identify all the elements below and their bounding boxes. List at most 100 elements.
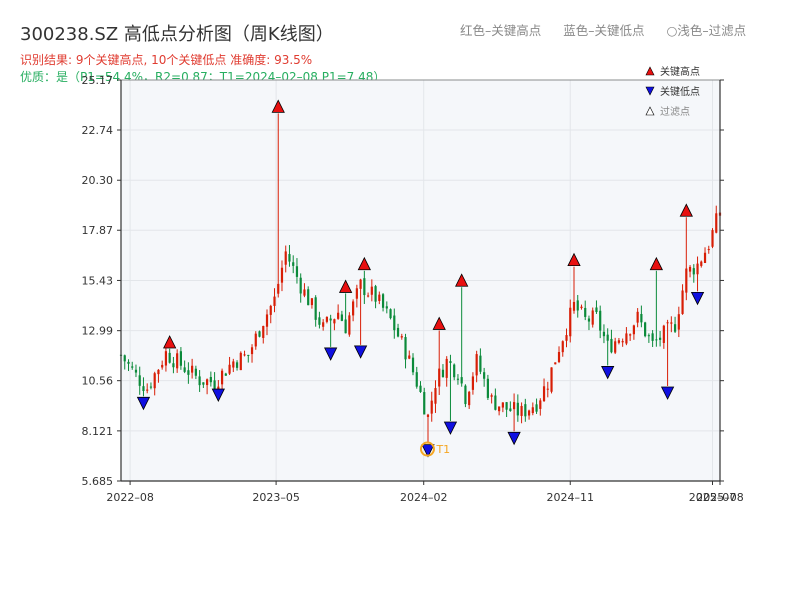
- candle-body: [213, 380, 216, 389]
- ytick-label: 22.74: [82, 124, 114, 137]
- candle-body: [423, 392, 426, 415]
- candle-body: [411, 357, 415, 373]
- legend-low-label: 关键低点: [660, 85, 700, 98]
- candle-body: [659, 337, 662, 340]
- candle-body: [419, 385, 422, 392]
- candle-body: [434, 388, 437, 404]
- candle-body: [677, 314, 680, 330]
- candle-body: [580, 306, 583, 309]
- candle-body: [614, 341, 617, 353]
- candle-body: [366, 295, 370, 297]
- candle-body: [636, 311, 639, 323]
- candle-body: [700, 261, 703, 266]
- candle-body: [685, 268, 688, 293]
- ytick-label: 8.121: [82, 425, 114, 438]
- candle-body: [385, 306, 388, 309]
- candle-body: [673, 324, 677, 332]
- candle-body: [621, 341, 624, 343]
- candle-body: [254, 333, 257, 347]
- candle-body: [280, 267, 284, 283]
- candle-body: [378, 294, 381, 301]
- candle-body: [460, 377, 463, 384]
- candle-body: [183, 367, 186, 372]
- candle-body: [292, 262, 295, 266]
- candle-body: [449, 361, 452, 363]
- candle-body: [381, 294, 385, 308]
- candle-body: [441, 369, 445, 378]
- candle-body: [640, 313, 643, 323]
- xtick-label: 2022–08: [106, 491, 154, 504]
- candle-body: [494, 395, 497, 410]
- candle-body: [606, 334, 609, 341]
- ytick-label: 25.17: [82, 74, 114, 87]
- candle-body: [202, 382, 205, 385]
- candle-body: [486, 378, 489, 398]
- candle-body: [161, 364, 164, 368]
- candle-body: [265, 314, 269, 327]
- candle-body: [228, 364, 231, 374]
- candle-body: [692, 268, 695, 275]
- candle-body: [168, 352, 171, 363]
- candle-body: [239, 352, 242, 371]
- candle-body: [715, 213, 718, 233]
- candle-body: [576, 300, 579, 311]
- candle-body: [546, 388, 549, 390]
- candle-body: [400, 336, 403, 338]
- candle-body: [479, 355, 482, 372]
- candle-body: [325, 316, 329, 322]
- candle-body: [625, 333, 628, 344]
- candle-body: [587, 318, 591, 322]
- candle-body: [153, 373, 156, 389]
- candle-body: [509, 408, 512, 412]
- candle-body: [617, 340, 621, 343]
- candle-body: [681, 290, 684, 314]
- candle-body: [363, 278, 366, 296]
- candle-body: [191, 365, 194, 373]
- candle-body: [475, 354, 478, 376]
- candle-body: [247, 354, 250, 356]
- candle-body: [310, 298, 314, 306]
- candle-body: [670, 322, 673, 324]
- candle-body: [539, 400, 542, 409]
- candle-body: [198, 376, 201, 386]
- candle-body: [258, 331, 261, 337]
- candle-body: [561, 341, 564, 353]
- legend-filtered-label: 过滤点: [660, 105, 690, 118]
- xtick-label: 2024–02: [400, 491, 448, 504]
- candle-body: [355, 288, 358, 299]
- candle-body: [393, 315, 396, 331]
- candle-body: [655, 339, 658, 341]
- candle-body: [471, 376, 475, 390]
- candle-body: [127, 361, 130, 364]
- candle-body: [295, 266, 299, 277]
- candle-body: [164, 351, 168, 366]
- candle-body: [512, 402, 516, 410]
- candle-body: [542, 386, 546, 402]
- candle-body: [337, 312, 340, 319]
- candle-body: [179, 351, 182, 366]
- ytick-label: 20.30: [82, 174, 114, 187]
- ytick-label: 15.43: [82, 274, 114, 287]
- candle-body: [711, 230, 714, 247]
- candle-body: [157, 369, 160, 375]
- candle-body: [277, 283, 280, 294]
- candle-body: [138, 375, 141, 386]
- candle-body: [438, 368, 441, 387]
- candlestick-chart: T1 5.685 8.121 10.56 12.99 15.43 17.87 20.30 22…: [82, 65, 744, 504]
- candle-body: [610, 338, 613, 353]
- legend-high-label: 关键高点: [660, 65, 700, 78]
- candle-body: [176, 353, 179, 369]
- candle-body: [591, 310, 594, 325]
- candle-body: [329, 318, 332, 321]
- candle-body: [142, 386, 145, 391]
- candle-body: [647, 335, 650, 337]
- candle-body: [490, 395, 493, 397]
- xtick-label: 2024–11: [547, 491, 595, 504]
- candle-body: [273, 296, 276, 306]
- candle-body: [220, 370, 224, 385]
- candle-body: [666, 322, 669, 324]
- candle-body: [299, 277, 302, 294]
- ytick-label: 5.685: [82, 475, 114, 488]
- candle-body: [688, 266, 692, 272]
- ytick-label: 12.99: [82, 325, 114, 338]
